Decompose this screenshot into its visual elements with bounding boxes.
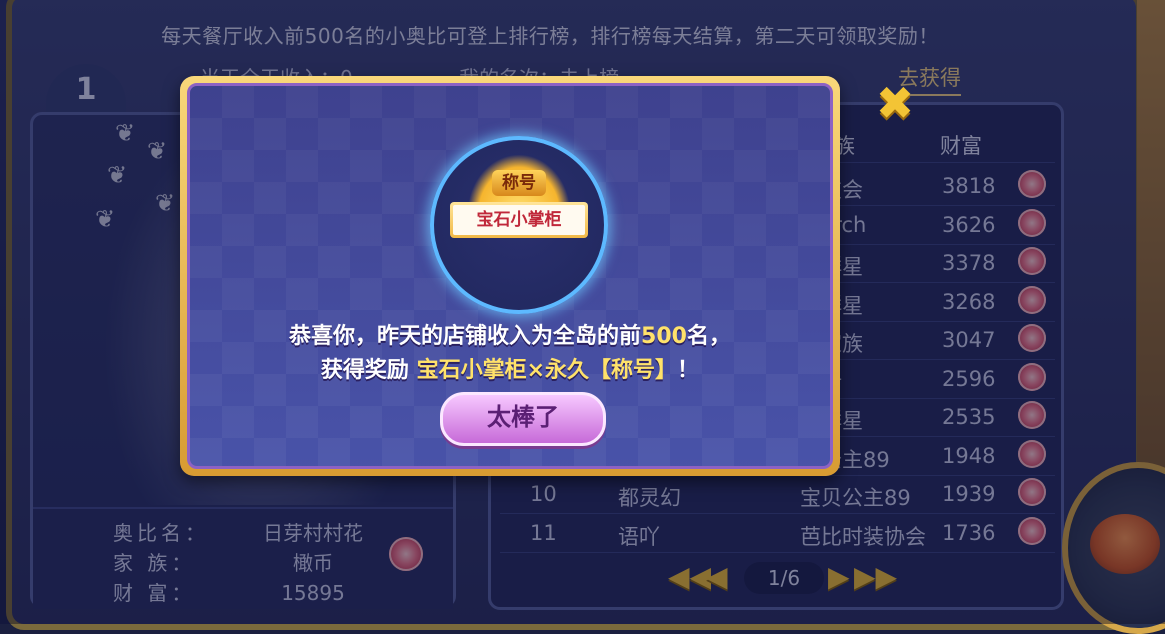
line1-suffix: 名， xyxy=(686,324,731,349)
title-medal: 称号 宝石小掌柜 xyxy=(430,136,608,314)
reward-dialog-body: 称号 宝石小掌柜 恭喜你，昨天的店铺收入为全岛的前500名， 获得奖励 宝石小掌… xyxy=(187,83,833,469)
title-name: 宝石小掌柜 xyxy=(453,205,585,235)
reward-message-line2: 获得奖励 宝石小掌柜×永久【称号】！ xyxy=(190,352,830,384)
close-icon[interactable]: ✖ xyxy=(872,80,918,126)
reward-dialog: 称号 宝石小掌柜 恭喜你，昨天的店铺收入为全岛的前500名， 获得奖励 宝石小掌… xyxy=(180,76,840,476)
line2-highlight: 宝石小掌柜×永久【称号】 xyxy=(416,358,678,383)
line1-prefix: 恭喜你，昨天的店铺收入为全岛的前 xyxy=(289,324,642,349)
line1-highlight: 500 xyxy=(641,324,687,349)
reward-message-line1: 恭喜你，昨天的店铺收入为全岛的前500名， xyxy=(190,318,830,350)
line2-suffix: ！ xyxy=(677,358,700,383)
awesome-button[interactable]: 太棒了 xyxy=(440,392,606,446)
line2-prefix: 获得奖励 xyxy=(320,358,409,383)
title-tag: 称号 xyxy=(492,170,546,196)
title-plate: 宝石小掌柜 xyxy=(450,202,588,238)
